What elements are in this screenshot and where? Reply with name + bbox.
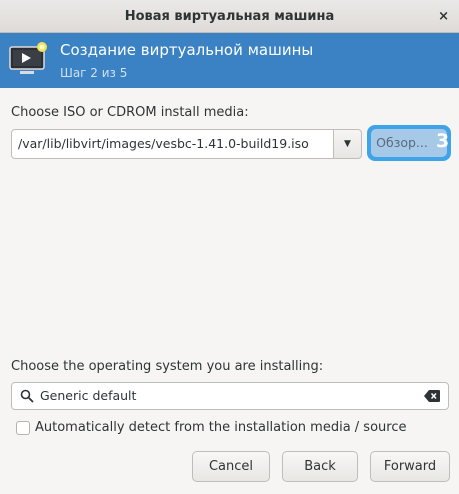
step-badge: 3 bbox=[436, 130, 450, 152]
monitor-icon bbox=[9, 42, 47, 74]
wizard-banner: Создание виртуальной машины Шаг 2 из 5 bbox=[0, 33, 459, 88]
auto-detect-checkbox[interactable] bbox=[16, 421, 30, 435]
os-label: Choose the operating system you are inst… bbox=[11, 359, 324, 374]
search-icon bbox=[20, 389, 34, 403]
os-search-value: Generic default bbox=[40, 388, 137, 403]
forward-button[interactable]: Forward bbox=[370, 451, 450, 482]
os-search-input[interactable]: Generic default bbox=[11, 382, 449, 410]
auto-detect-label: Automatically detect from the installati… bbox=[35, 420, 407, 435]
close-button[interactable]: × bbox=[438, 0, 449, 33]
cancel-button[interactable]: Cancel bbox=[192, 451, 270, 482]
window-title: Новая виртуальная машина bbox=[124, 9, 335, 24]
window-titlebar: Новая виртуальная машина × bbox=[0, 0, 459, 33]
wizard-step: Шаг 2 из 5 bbox=[60, 66, 128, 80]
iso-path-field[interactable]: /var/lib/libvirt/images/vesbc-1.41.0-bui… bbox=[11, 129, 334, 159]
iso-path-dropdown-button[interactable]: ▼ bbox=[333, 129, 362, 159]
back-button[interactable]: Back bbox=[282, 451, 358, 482]
install-media-label: Choose ISO or CDROM install media: bbox=[11, 105, 249, 120]
chevron-down-icon: ▼ bbox=[344, 139, 351, 149]
wizard-title: Создание виртуальной машины bbox=[60, 41, 314, 59]
clear-icon[interactable] bbox=[424, 390, 440, 402]
